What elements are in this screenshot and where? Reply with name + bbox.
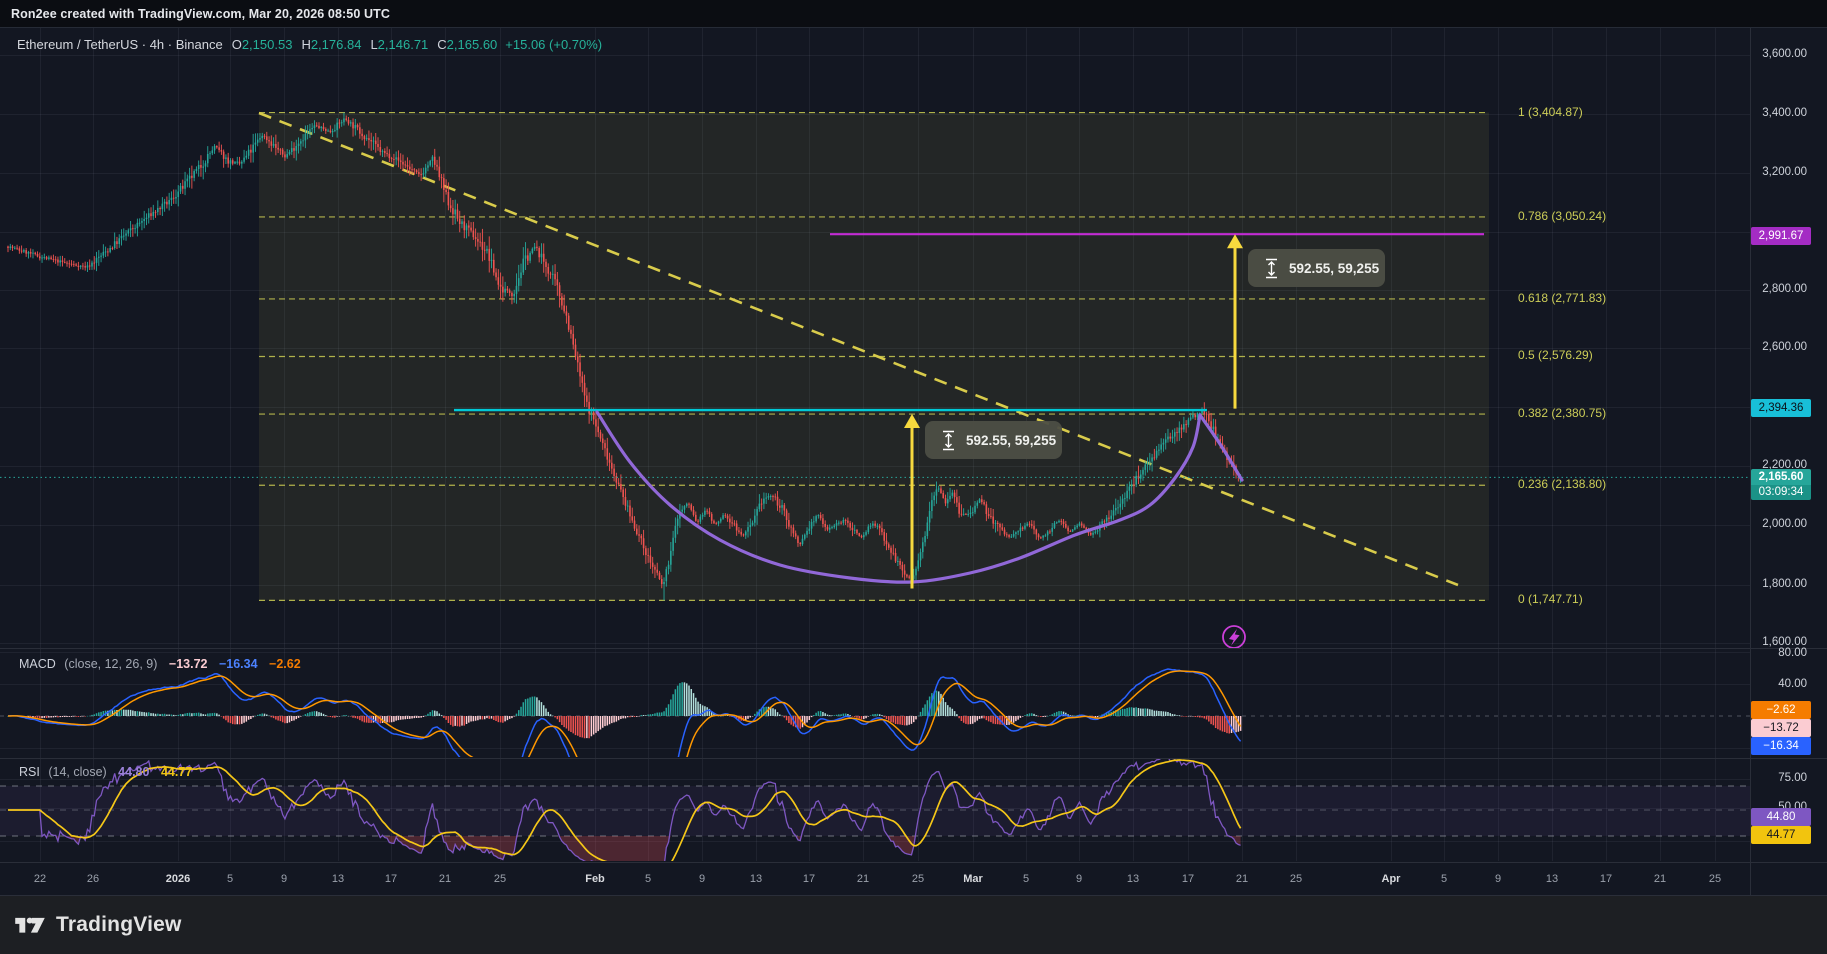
time-axis-label: 17: [385, 873, 397, 885]
price-scale-label: 2,800.00: [1762, 283, 1807, 295]
close-value: 2,165.60: [447, 37, 498, 52]
fib-level-label[interactable]: 0.618 (2,771.83): [1518, 291, 1606, 305]
rsi-title[interactable]: RSI: [19, 765, 40, 779]
rsi-legend: RSI (14, close) 44.80 44.77: [19, 765, 192, 779]
time-axis-label: Apr: [1382, 873, 1401, 885]
measure-value: 592.55, 59,255: [1289, 261, 1379, 276]
time-axis-label: 17: [1600, 873, 1612, 885]
fib-level-label[interactable]: 0.786 (3,050.24): [1518, 209, 1606, 223]
macd-line-badge: −16.34: [1751, 737, 1811, 755]
price-scale-label: 2,600.00: [1762, 341, 1807, 353]
time-axis-label: 9: [281, 873, 287, 885]
time-axis-label: 5: [1023, 873, 1029, 885]
time-axis-label: Feb: [585, 873, 605, 885]
time-axis-label: 25: [1290, 873, 1302, 885]
current-price-badge: 2,165.6003:09:34: [1751, 469, 1811, 500]
macd-params: (close, 12, 26, 9): [64, 657, 157, 671]
fib-level-label[interactable]: 0 (1,747.71): [1518, 592, 1583, 606]
symbol-legend: Ethereum / TetherUS · 4h · Binance O2,150…: [17, 37, 602, 52]
macd-line-value: −16.34: [219, 657, 258, 671]
time-axis-label: 13: [332, 873, 344, 885]
fib-level-label[interactable]: 0.382 (2,380.75): [1518, 406, 1606, 420]
close-label: C: [437, 37, 446, 52]
price-scale-label: 80.00: [1778, 647, 1807, 659]
time-axis-label: 13: [750, 873, 762, 885]
fib-level-label[interactable]: 0.236 (2,138.80): [1518, 477, 1606, 491]
time-axis-label: 25: [1709, 873, 1721, 885]
time-axis-label: 17: [803, 873, 815, 885]
measure-tooltip[interactable]: 592.55, 59,255: [925, 421, 1062, 459]
time-axis-label: 17: [1182, 873, 1194, 885]
cyan-line-price-badge: 2,394.36: [1751, 399, 1811, 417]
attribution-text: Ron2ee created with TradingView.com, Mar…: [11, 7, 390, 21]
macd-signal-value: −2.62: [269, 657, 301, 671]
high-value: 2,176.84: [311, 37, 362, 52]
time-axis-label: 9: [699, 873, 705, 885]
time-axis-label: 9: [1495, 873, 1501, 885]
price-scale-label: 40.00: [1778, 678, 1807, 690]
macd-hist-badge: −13.72: [1751, 719, 1811, 737]
time-axis-label: 5: [227, 873, 233, 885]
time-axis-label: 21: [439, 873, 451, 885]
measure-value: 592.55, 59,255: [966, 433, 1056, 448]
measure-tooltip[interactable]: 592.55, 59,255: [1248, 249, 1385, 287]
attribution-bar: Ron2ee created with TradingView.com, Mar…: [0, 0, 1827, 28]
price-scale-label: 2,000.00: [1762, 518, 1807, 530]
macd-signal-badge: −2.62: [1751, 701, 1811, 719]
time-axis-label: 21: [857, 873, 869, 885]
time-axis-label: 25: [494, 873, 506, 885]
high-label: H: [301, 37, 310, 52]
open-value: 2,150.53: [242, 37, 293, 52]
purple-ray-price-badge: 2,991.67: [1751, 227, 1811, 245]
rsi-ma-value: 44.77: [161, 765, 192, 779]
price-scale-label: 3,200.00: [1762, 166, 1807, 178]
macd-legend: MACD (close, 12, 26, 9) −13.72 −16.34 −2…: [19, 657, 301, 671]
rsi-ma-badge: 44.77: [1751, 826, 1811, 844]
measure-icon: [1265, 258, 1278, 279]
rsi-line-badge: 44.80: [1751, 808, 1811, 826]
bar-countdown: 03:09:34: [1751, 485, 1811, 500]
rsi-params: (14, close): [48, 765, 106, 779]
tradingview-logo-text[interactable]: TradingView: [56, 913, 182, 937]
time-axis-label: 22: [34, 873, 46, 885]
time-axis-label: 21: [1236, 873, 1248, 885]
symbol-title[interactable]: Ethereum / TetherUS · 4h · Binance: [17, 37, 223, 52]
fib-level-label[interactable]: 1 (3,404.87): [1518, 105, 1583, 119]
price-scale-label: 3,400.00: [1762, 107, 1807, 119]
bottom-bar: TradingView: [0, 896, 1827, 954]
measure-icon: [942, 430, 955, 451]
price-scale-label: 1,800.00: [1762, 578, 1807, 590]
time-axis-label: 25: [912, 873, 924, 885]
change-value: +15.06 (+0.70%): [505, 37, 602, 52]
fib-level-label[interactable]: 0.5 (2,576.29): [1518, 348, 1593, 362]
time-axis-label: 5: [1441, 873, 1447, 885]
time-axis-label: 9: [1076, 873, 1082, 885]
rsi-line-value: 44.80: [118, 765, 149, 779]
time-axis-label: 13: [1546, 873, 1558, 885]
macd-title[interactable]: MACD: [19, 657, 56, 671]
time-axis-label: 2026: [166, 873, 190, 885]
open-label: O: [232, 37, 242, 52]
price-scale-label: 3,600.00: [1762, 48, 1807, 60]
time-axis-label: Mar: [963, 873, 983, 885]
time-axis-label: 5: [645, 873, 651, 885]
time-axis-label: 21: [1654, 873, 1666, 885]
low-label: L: [370, 37, 377, 52]
macd-hist-value: −13.72: [169, 657, 208, 671]
current-price-value: 2,165.60: [1751, 469, 1811, 485]
time-axis-label: 26: [87, 873, 99, 885]
low-value: 2,146.71: [378, 37, 429, 52]
time-axis-label: 13: [1127, 873, 1139, 885]
tradingview-chart-window: Ron2ee created with TradingView.com, Mar…: [0, 0, 1827, 954]
price-scale-label: 75.00: [1778, 772, 1807, 784]
tradingview-logo-icon: [13, 912, 47, 938]
